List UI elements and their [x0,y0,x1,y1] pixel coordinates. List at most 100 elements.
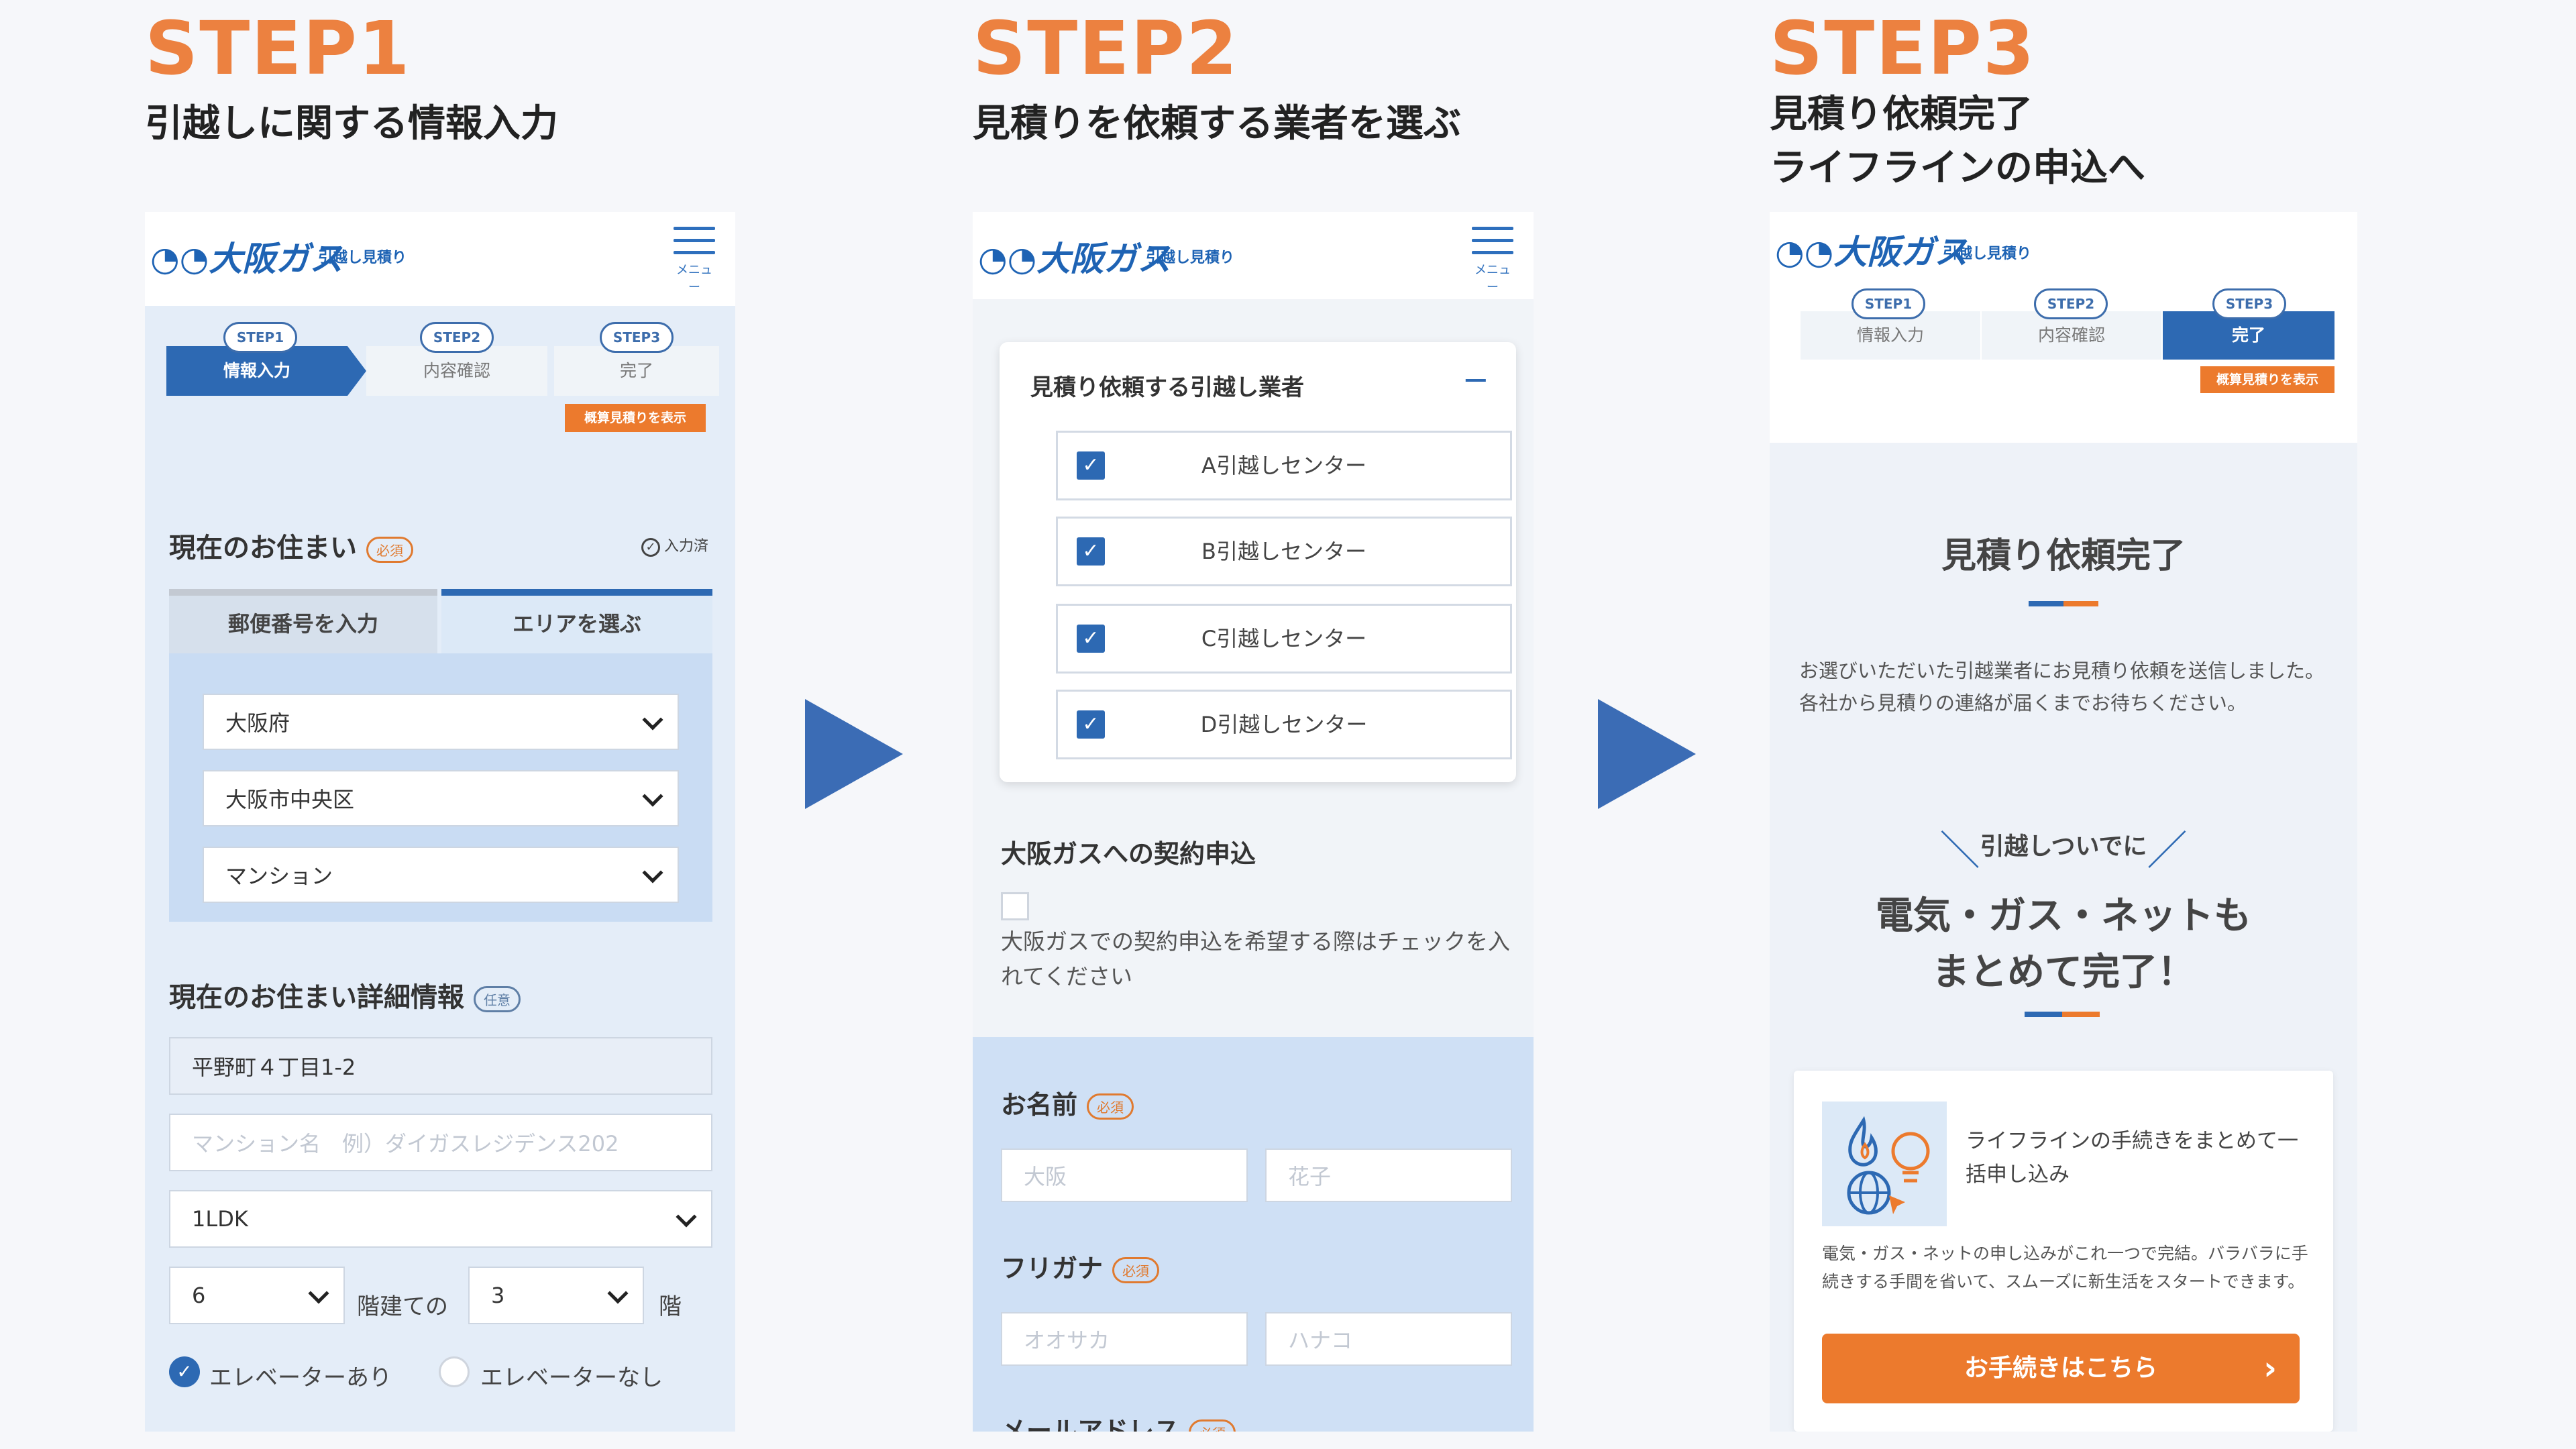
vendor-option[interactable]: ✓ A引越しセンター [1056,431,1512,500]
required-badge: 必須 [1189,1419,1236,1432]
required-badge: 必須 [366,536,413,563]
address-input[interactable]: 平野町４丁目1-2 [169,1037,712,1095]
lifeline-illustration [1822,1102,1947,1226]
osaka-gas-logo: ◔◔大阪ガス [150,239,343,278]
chevron-down-icon [676,1206,697,1228]
chevron-down-icon [642,862,663,883]
floor-suffix: 階 [659,1293,682,1320]
area-select-panel: 大阪府 大阪市中央区 マンション [169,653,712,922]
chevron-down-icon [308,1283,329,1304]
building-name-input[interactable]: マンション名 例）ダイガスレジデンス202 [169,1114,712,1171]
required-badge: 必須 [1112,1257,1160,1283]
checkbox-checked-icon: ✓ [1077,537,1105,566]
estimate-badge-button[interactable]: 概算見積りを表示 [2200,366,2334,393]
lifeline-card-title: ライフラインの手続きをまとめて一括申し込み [1966,1129,2298,1187]
building-type-select[interactable]: マンション [203,847,679,903]
headline-underline [2025,1012,2062,1017]
progress-step-3: 完了 [554,346,719,396]
promo-kicker: ＼引越しついでに／ [1939,828,2188,875]
logo-subtitle: 引越し見積り [1943,246,2032,262]
contract-title: 大阪ガスへの契約申込 [1001,839,1256,869]
osaka-gas-logo: ◔◔大阪ガス [1775,233,1968,272]
check-circle-icon: ✓ [641,538,660,557]
hamburger-icon [674,227,715,230]
app-header: ◔◔大阪ガス 引越し見積り メニュー [973,212,1534,299]
logo-subtitle: 引越し見積り [318,250,407,266]
menu-button[interactable]: メニュー [674,227,715,295]
first-name-input[interactable]: 花子 [1265,1148,1512,1202]
phone-screen-step2: ◔◔大阪ガス 引越し見積り メニュー 見積り依頼する引越し業者 − ✓ A引越しセ… [973,212,1534,1432]
menu-button[interactable]: メニュー [1472,227,1513,295]
phone-screen-step1: ◔◔大阪ガス 引越し見積り メニュー 情報入力 内容確認 完了 STEP1 ST… [145,212,735,1432]
applicant-form: お名前必須 大阪 花子 フリガナ必須 オオサカ ハナコ メールアドレス必須 [973,1037,1534,1432]
completion-text: お選びいただいた引越業者にお見積り依頼を送信しました。各社から見積りの連絡が届く… [1799,659,2325,714]
progress-tag-1: STEP1 [223,322,297,353]
city-select[interactable]: 大阪市中央区 [203,770,679,826]
kana-label: フリガナ 必須 [1001,1248,1160,1285]
progress-tag-1: STEP1 [1851,288,1925,319]
step3-subtitle-2: ライフラインの申込へ [1770,146,2145,190]
last-name-input[interactable]: 大阪 [1001,1148,1248,1202]
title-underline [2029,601,2063,606]
last-kana-input[interactable]: オオサカ [1001,1312,1248,1366]
utilities-icon [1847,1116,1930,1215]
required-badge: 必須 [1087,1093,1134,1120]
chevron-down-icon [642,786,663,807]
step1-title: STEP1 [145,5,411,91]
vendor-option[interactable]: ✓ B引越しセンター [1056,517,1512,586]
chevron-right-icon: › [2263,1350,2277,1387]
logo-mark-icon: ◔◔ [978,239,1037,278]
chevron-down-icon [642,709,663,731]
next-arrow-icon [1598,699,1696,809]
osaka-gas-logo: ◔◔大阪ガス [978,239,1171,278]
tab-select-area[interactable]: エリアを選ぶ [441,589,712,653]
vendor-panel: 見積り依頼する引越し業者 − ✓ A引越しセンター ✓ B引越しセンター ✓ C引越し… [1000,342,1516,782]
logo-mark-icon: ◔◔ [150,239,209,278]
collapse-icon[interactable]: − [1462,361,1489,398]
progress-step-1: 情報入力 [166,346,347,396]
step3-subtitle-1: 見積り依頼完了 [1770,93,2033,136]
step2-title: STEP2 [973,5,1239,91]
prefecture-select[interactable]: 大阪府 [203,694,679,750]
contract-checkbox[interactable] [1001,892,1029,920]
estimate-badge-button[interactable]: 概算見積りを表示 [565,404,706,432]
input-complete-indicator: ✓ 入力済 [641,534,708,557]
vendor-option[interactable]: ✓ C引越しセンター [1056,604,1512,674]
phone-screen-step3: ◔◔大阪ガス 引越し見積り 情報入力 内容確認 完了 STEP1 STEP2 S… [1770,212,2357,1432]
next-arrow-icon [805,699,903,809]
progress-tag-2: STEP2 [420,322,494,353]
lifeline-card: ライフラインの手続きをまとめて一括申し込み 電気・ガス・ネットの申し込みがこれ一… [1794,1071,2333,1432]
optional-badge: 任意 [474,985,521,1012]
current-home-title: 現在のお住まい 必須 [169,526,413,565]
floor-select[interactable]: 3 [468,1267,644,1324]
step2-subtitle: 見積りを依頼する業者を選ぶ [973,102,1461,146]
lifeline-card-text: 電気・ガス・ネットの申し込みがこれ一つで完結。バラバラに手続きする手間を省いて、… [1822,1244,2308,1291]
elevator-no-label: エレベーターなし [480,1364,663,1391]
checkbox-checked-icon: ✓ [1077,451,1105,480]
name-label: お名前 必須 [1001,1084,1134,1121]
tab-postal-code[interactable]: 郵便番号を入力 [169,589,437,653]
elevator-no-radio[interactable] [439,1356,470,1387]
progress-step-2: 内容確認 [366,346,547,396]
total-floors-select[interactable]: 6 [169,1267,345,1324]
proceed-button[interactable]: お手続きはこちら › [1822,1334,2300,1403]
logo-mark-icon: ◔◔ [1775,233,1834,272]
layout-select[interactable]: 1LDK [169,1190,712,1248]
logo-subtitle: 引越し見積り [1146,250,1235,266]
floors-total-suffix: 階建ての [357,1293,448,1320]
checkbox-checked-icon: ✓ [1077,710,1105,739]
email-label: メールアドレス必須 [1001,1410,1236,1432]
completion-title: 見積り依頼完了 [1941,536,2186,576]
contract-text: 大阪ガスでの契約申込を希望する際はチェックを入れてください [1001,928,1510,989]
chevron-down-icon [607,1283,629,1304]
vendor-panel-title: 見積り依頼する引越し業者 [1030,374,1304,401]
hamburger-icon [1472,227,1513,230]
app-header: ◔◔大阪ガス 引越し見積り メニュー [145,212,735,306]
first-kana-input[interactable]: ハナコ [1265,1312,1512,1366]
vendor-option[interactable]: ✓ D引越しセンター [1056,690,1512,759]
elevator-yes-radio[interactable]: ✓ [169,1356,200,1387]
progress-tag-2: STEP2 [2034,288,2108,319]
home-details-title: 現在のお住まい詳細情報 任意 [169,975,521,1014]
elevator-yes-label: エレベーターあり [209,1364,392,1391]
progress-tag-3: STEP3 [2212,288,2286,319]
